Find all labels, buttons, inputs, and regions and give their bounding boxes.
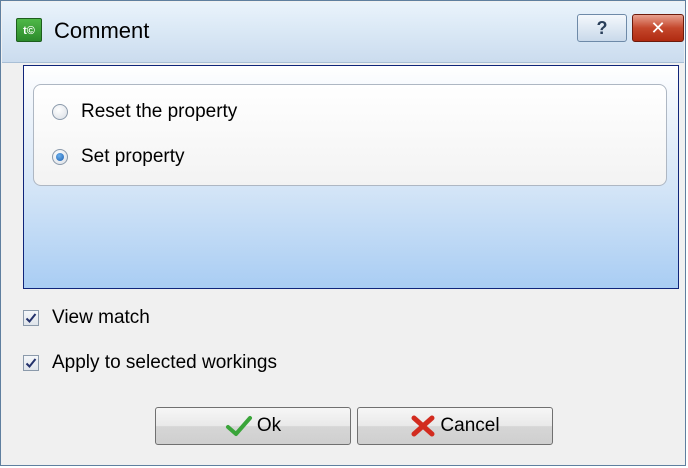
window-title: Comment xyxy=(54,18,150,43)
checkmark-icon xyxy=(25,313,37,323)
option-set-property[interactable]: Set property xyxy=(52,145,185,169)
app-icon: t© xyxy=(16,18,42,42)
ok-label: Ok xyxy=(256,415,282,436)
property-panel: Reset the property Set property xyxy=(23,65,679,289)
checkmark-icon xyxy=(25,358,37,368)
help-button[interactable]: ? xyxy=(577,14,627,42)
ok-button[interactable]: Ok xyxy=(155,407,351,445)
checkmark-icon xyxy=(225,416,252,436)
reset-property-radio[interactable] xyxy=(52,104,68,120)
red-x-icon xyxy=(411,415,435,437)
set-property-label: Set property xyxy=(81,146,185,167)
cancel-label: Cancel xyxy=(440,415,500,436)
set-property-radio[interactable] xyxy=(52,149,68,165)
close-button[interactable]: ✕ xyxy=(632,14,684,42)
apply-selected-checkbox[interactable] xyxy=(23,355,39,371)
title-bar[interactable]: t© Comment ? ✕ xyxy=(2,2,684,63)
cancel-button[interactable]: Cancel xyxy=(357,407,553,445)
option-reset-property[interactable]: Reset the property xyxy=(52,100,237,124)
apply-selected-row[interactable]: Apply to selected workings xyxy=(23,351,277,375)
property-options-group: Reset the property Set property xyxy=(33,84,667,186)
apply-selected-label: Apply to selected workings xyxy=(52,352,277,373)
view-match-label: View match xyxy=(52,307,150,328)
reset-property-label: Reset the property xyxy=(81,101,238,122)
view-match-row[interactable]: View match xyxy=(23,306,150,330)
comment-dialog: t© Comment ? ✕ Reset the property Set pr… xyxy=(0,0,686,466)
view-match-checkbox[interactable] xyxy=(23,310,39,326)
